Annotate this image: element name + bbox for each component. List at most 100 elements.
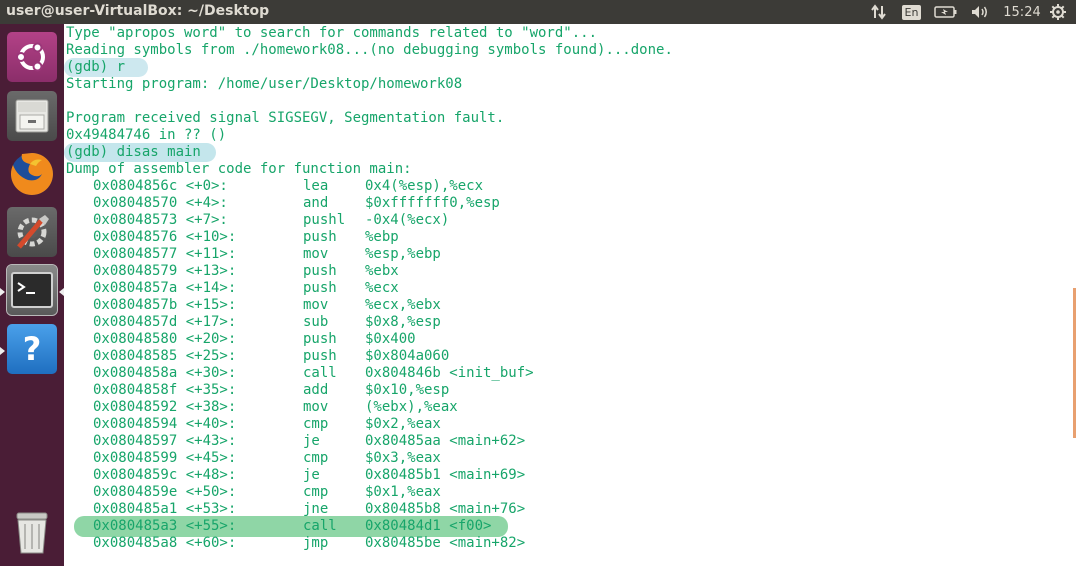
clock[interactable]: 15:24: [1000, 0, 1044, 24]
instruction-address: 0x08048570 <+4>:: [93, 195, 228, 211]
instruction-mnemonic: lea: [303, 178, 329, 194]
disassembly-row: 0x08048585 <+25>: push $0x804a060: [66, 348, 673, 365]
instruction-mnemonic: jmp: [303, 535, 329, 551]
instruction-operands: 0x80485b8 <main+76>: [365, 501, 526, 517]
instruction-address: 0x0804857a <+14>:: [93, 280, 237, 296]
terminal-output: Type "apropos word" to search for comman…: [66, 25, 673, 552]
launcher: ?: [0, 24, 64, 566]
instruction-address: 0x08048597 <+43>:: [93, 433, 237, 449]
instruction-address: 0x0804858f <+35>:: [93, 382, 237, 398]
instruction-operands: 0x80484d1 <f00>: [365, 518, 492, 534]
instruction-address: 0x08048599 <+45>:: [93, 450, 237, 466]
instruction-address: 0x080485a8 <+60>:: [93, 535, 237, 551]
disassembly-row: 0x0804857a <+14>: push %ecx: [66, 280, 673, 297]
ubuntu-logo-icon[interactable]: [7, 32, 57, 82]
help-question-icon[interactable]: ?: [7, 324, 57, 374]
file-cabinet-icon[interactable]: [7, 91, 57, 141]
instruction-operands: 0x80485b1 <main+69>: [365, 467, 526, 483]
instruction-mnemonic: add: [303, 382, 329, 398]
settings-tools-icon[interactable]: [7, 207, 57, 257]
instruction-address: 0x08048577 <+11>:: [93, 246, 237, 262]
instruction-mnemonic: push: [303, 348, 337, 364]
instruction-operands: %ecx: [365, 280, 399, 296]
instruction-mnemonic: cmp: [303, 484, 329, 500]
instruction-operands: 0x4(%esp),%ecx: [365, 178, 484, 194]
instruction-address: 0x0804859c <+48>:: [93, 467, 237, 483]
instruction-operands: -0x4(%ecx): [365, 212, 450, 228]
disassembly-row: 0x0804859e <+50>: cmp $0x1,%eax: [66, 484, 673, 501]
instruction-address: 0x080485a3 <+55>:: [93, 518, 237, 534]
instruction-address: 0x0804857b <+15>:: [93, 297, 237, 313]
language-label: En: [901, 4, 922, 20]
instruction-mnemonic: call: [303, 365, 337, 381]
instruction-mnemonic: push: [303, 263, 337, 279]
instruction-mnemonic: push: [303, 280, 337, 296]
instruction-mnemonic: cmp: [303, 450, 329, 466]
instruction-address: 0x0804858a <+30>:: [93, 365, 237, 381]
instruction-address: 0x08048592 <+38>:: [93, 399, 237, 415]
instruction-operands: %ecx,%ebx: [365, 297, 441, 313]
terminal-icon[interactable]: [6, 264, 58, 316]
instruction-mnemonic: je: [303, 467, 320, 483]
disassembly-row: 0x0804857d <+17>: sub $0x8,%esp: [66, 314, 673, 331]
output-line: Reading symbols from ./homework08...(no …: [66, 42, 673, 58]
instruction-operands: 0x80485be <main+82>: [365, 535, 526, 551]
instruction-address: 0x08048594 <+40>:: [93, 416, 237, 432]
instruction-operands: $0x3,%eax: [365, 450, 441, 466]
disassembly-row: 0x08048580 <+20>: push $0x400: [66, 331, 673, 348]
instruction-address: 0x08048580 <+20>:: [93, 331, 237, 347]
volume-icon[interactable]: [969, 0, 991, 24]
gdb-command-run: (gdb) r: [66, 59, 126, 75]
instruction-address: 0x08048585 <+25>:: [93, 348, 237, 364]
gear-icon[interactable]: [1047, 0, 1069, 24]
instruction-operands: $0x400: [365, 331, 416, 347]
network-arrows-icon[interactable]: [868, 0, 890, 24]
instruction-operands: 0x80485aa <main+62>: [365, 433, 526, 449]
trash-icon[interactable]: [7, 508, 57, 558]
instruction-operands: $0x8,%esp: [365, 314, 441, 330]
keyboard-language-indicator[interactable]: En: [901, 0, 922, 24]
output-line: Starting program: /home/user/Desktop/hom…: [66, 76, 463, 92]
disassembly: 0x0804856c <+0>: lea 0x4(%esp),%ecx 0x08048…: [66, 178, 673, 552]
disassembly-row: 0x080485a1 <+53>: jne 0x80485b8 <main+76>: [66, 501, 673, 518]
disassembly-row: 0x080485a3 <+55>: call 0x80484d1 <f00>: [66, 518, 673, 535]
disassembly-row: 0x0804858a <+30>: call 0x804846b <init_buf…: [66, 365, 673, 382]
instruction-address: 0x080485a1 <+53>:: [93, 501, 237, 517]
disassembly-row: 0x08048570 <+4>: and $0xfffffff0,%esp: [66, 195, 673, 212]
svg-text:?: ?: [23, 330, 42, 368]
instruction-mnemonic: je: [303, 433, 320, 449]
instruction-operands: %esp,%ebp: [365, 246, 441, 262]
instruction-mnemonic: cmp: [303, 416, 329, 432]
output-line: Program received signal SIGSEGV, Segment…: [66, 110, 505, 126]
disassembly-row: 0x08048573 <+7>: pushl -0x4(%ecx): [66, 212, 673, 229]
gdb-command-disas: (gdb) disas main: [66, 144, 201, 160]
instruction-mnemonic: jne: [303, 501, 329, 517]
disassembly-row: 0x08048576 <+10>: push %ebp: [66, 229, 673, 246]
output-line: Type "apropos word" to search for comman…: [66, 25, 598, 41]
disassembly-row: 0x08048577 <+11>: mov %esp,%ebp: [66, 246, 673, 263]
disassembly-row: 0x08048592 <+38>: mov (%ebx),%eax: [66, 399, 673, 416]
terminal-window[interactable]: Type "apropos word" to search for comman…: [64, 24, 1076, 566]
instruction-operands: $0x804a060: [365, 348, 450, 364]
output-line: Dump of assembler code for function main…: [66, 161, 412, 177]
instruction-mnemonic: mov: [303, 246, 329, 262]
disassembly-row: 0x0804856c <+0>: lea 0x4(%esp),%ecx: [66, 178, 673, 195]
instruction-operands: %ebx: [365, 263, 399, 279]
instruction-address: 0x0804859e <+50>:: [93, 484, 237, 500]
disassembly-row: 0x080485a8 <+60>: jmp 0x80485be <main+82>: [66, 535, 673, 552]
instruction-operands: $0x1,%eax: [365, 484, 441, 500]
instruction-address: 0x08048576 <+10>:: [93, 229, 237, 245]
firefox-icon[interactable]: [7, 149, 57, 199]
running-indicator: [0, 288, 5, 296]
instruction-address: 0x0804856c <+0>:: [93, 178, 228, 194]
battery-icon[interactable]: [933, 0, 959, 24]
instruction-operands: $0x10,%esp: [365, 382, 450, 398]
disassembly-row: 0x0804859c <+48>: je 0x80485b1 <main+69>: [66, 467, 673, 484]
instruction-mnemonic: mov: [303, 297, 329, 313]
instruction-mnemonic: sub: [303, 314, 329, 330]
instruction-operands: %ebp: [365, 229, 399, 245]
instruction-mnemonic: call: [303, 518, 337, 534]
instruction-operands: (%ebx),%eax: [365, 399, 458, 415]
disassembly-row: 0x08048597 <+43>: je 0x80485aa <main+62>: [66, 433, 673, 450]
